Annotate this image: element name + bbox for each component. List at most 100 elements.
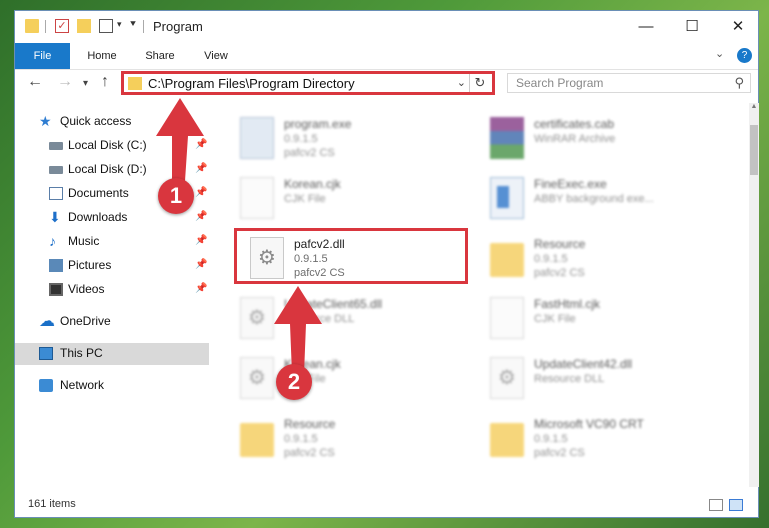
tiles-view-icon[interactable] — [729, 499, 743, 511]
sidebar-item-network[interactable]: Network — [15, 375, 209, 397]
chevron-down-icon[interactable]: ⌄ — [457, 76, 466, 89]
window-title: Program — [153, 19, 203, 34]
tab-file[interactable]: File — [15, 43, 70, 69]
sidebar-item-label: Pictures — [68, 258, 112, 272]
file-item[interactable]: certificates.cab WinRAR Archive — [482, 113, 722, 167]
dll-gear-icon: ⚙ — [490, 357, 524, 399]
sidebar-item-videos[interactable]: Videos 📌 — [15, 279, 209, 301]
music-icon: ♪ — [49, 233, 56, 249]
tab-view[interactable]: View — [191, 43, 241, 69]
file-item[interactable]: Resource 0.9.1.5 pafcv2 CS — [482, 233, 722, 287]
back-arrow-icon[interactable]: ← — [27, 73, 43, 91]
file-name: FineExec.exe — [534, 177, 607, 191]
file-detail: ABBY background exe... — [534, 193, 654, 205]
expand-ribbon-icon[interactable]: ⌄ — [715, 47, 724, 60]
file-item[interactable]: Microsoft VC90 CRT 0.9.1.5 pafcv2 CS — [482, 413, 722, 467]
network-icon — [39, 379, 53, 392]
sidebar-item-label: Downloads — [68, 210, 128, 224]
properties-check-icon[interactable]: ✓ — [55, 19, 69, 33]
sidebar-item-label: Local Disk (C:) — [68, 138, 147, 152]
navigation-bar: ← → ▾ ↑ C:\Program Files\Program Directo… — [15, 69, 758, 99]
file-detail: 0.9.1.5 — [534, 433, 568, 445]
maximize-button[interactable]: ☐ — [669, 11, 715, 43]
archive-icon — [490, 117, 524, 159]
file-detail: pafcv2 CS — [284, 147, 335, 159]
status-bar: 161 items — [15, 495, 758, 517]
sidebar-item-label: Music — [68, 234, 100, 248]
file-item[interactable]: FastHtml.cjk CJK File — [482, 293, 722, 347]
vertical-scrollbar[interactable]: ▲ — [749, 103, 759, 487]
scroll-thumb[interactable] — [750, 125, 758, 175]
file-detail: Resource DLL — [534, 373, 605, 385]
target-file-highlight — [234, 228, 468, 284]
pictures-icon — [49, 259, 63, 272]
sidebar-item-label: Network — [60, 378, 105, 392]
exe-icon — [490, 177, 524, 219]
file-item[interactable]: FineExec.exe ABBY background exe... — [482, 173, 722, 227]
folder-icon[interactable] — [25, 19, 39, 33]
customize-toolbar-icon[interactable]: ⯆ — [129, 19, 137, 30]
scroll-up-icon[interactable]: ▲ — [749, 103, 759, 115]
search-input[interactable]: Search Program ⚲ — [507, 73, 751, 93]
forward-arrow-icon[interactable]: → — [57, 73, 73, 91]
sidebar-item-label: OneDrive — [60, 314, 111, 328]
file-item[interactable]: Resource 0.9.1.5 pafcv2 CS — [232, 413, 472, 467]
help-icon[interactable]: ? — [737, 48, 752, 63]
exe-icon — [240, 117, 274, 159]
sidebar-item-this-pc[interactable]: This PC — [15, 343, 209, 365]
file-name: Microsoft VC90 CRT — [534, 417, 644, 431]
disk-icon — [49, 166, 63, 174]
file-name: UpdateClient42.dll — [534, 357, 633, 371]
step-1-badge: 1 — [158, 178, 194, 214]
folder-icon — [240, 423, 274, 457]
file-item[interactable]: program.exe 0.9.1.5 pafcv2 CS — [232, 113, 472, 167]
pin-icon[interactable]: 📌 — [195, 259, 207, 270]
file-name: Resource — [284, 417, 336, 431]
sidebar-item-label: Local Disk (D:) — [68, 162, 147, 176]
search-placeholder: Search Program — [516, 76, 604, 90]
up-arrow-icon[interactable]: ↑ — [101, 73, 109, 91]
file-item[interactable]: Korean.cjk CJK File — [232, 173, 472, 227]
documents-icon — [49, 187, 63, 200]
address-path[interactable]: C:\Program Files\Program Directory — [148, 76, 355, 91]
sidebar-item-label: Documents — [68, 186, 129, 200]
sidebar-item-music[interactable]: ♪ Music 📌 — [15, 231, 209, 253]
file-detail: 0.9.1.5 — [284, 433, 318, 445]
file-detail: WinRAR Archive — [534, 133, 616, 145]
videos-icon — [49, 283, 63, 296]
new-folder-icon[interactable] — [77, 19, 91, 33]
chevron-down-icon[interactable]: ▾ — [117, 19, 122, 30]
details-view-icon[interactable] — [709, 499, 723, 511]
refresh-icon[interactable]: ↻ — [469, 74, 490, 92]
properties-icon[interactable] — [99, 19, 113, 33]
pin-icon[interactable]: 📌 — [195, 211, 207, 222]
document-icon — [490, 297, 524, 339]
tab-share[interactable]: Share — [135, 43, 185, 69]
minimize-button[interactable]: — — [623, 11, 669, 43]
recent-locations-icon[interactable]: ▾ — [83, 78, 88, 89]
folder-icon — [490, 243, 524, 277]
close-button[interactable]: ✕ — [715, 11, 761, 43]
file-detail: 0.9.1.5 — [284, 133, 318, 145]
folder-icon — [490, 423, 524, 457]
file-detail: CJK File — [534, 313, 576, 325]
pin-icon[interactable]: 📌 — [195, 283, 207, 294]
search-icon[interactable]: ⚲ — [734, 75, 744, 91]
document-icon — [240, 177, 274, 219]
file-detail: pafcv2 CS — [284, 447, 335, 459]
sidebar-item-onedrive[interactable]: ☁ OneDrive — [15, 311, 209, 333]
file-name: Korean.cjk — [284, 177, 341, 191]
computer-icon — [39, 347, 53, 360]
file-name: Resource — [534, 237, 586, 251]
cloud-icon: ☁ — [39, 313, 55, 330]
divider — [143, 20, 144, 33]
pin-icon[interactable]: 📌 — [195, 235, 207, 246]
disk-icon — [49, 142, 63, 150]
sidebar-item-pictures[interactable]: Pictures 📌 — [15, 255, 209, 277]
address-bar[interactable]: C:\Program Files\Program Directory ⌄ ↻ — [121, 71, 495, 95]
file-item[interactable]: ⚙ UpdateClient42.dll Resource DLL — [482, 353, 722, 407]
tab-home[interactable]: Home — [77, 43, 127, 69]
file-detail: pafcv2 CS — [534, 267, 585, 279]
sidebar-item-label: Videos — [68, 282, 105, 296]
file-name: certificates.cab — [534, 117, 615, 131]
